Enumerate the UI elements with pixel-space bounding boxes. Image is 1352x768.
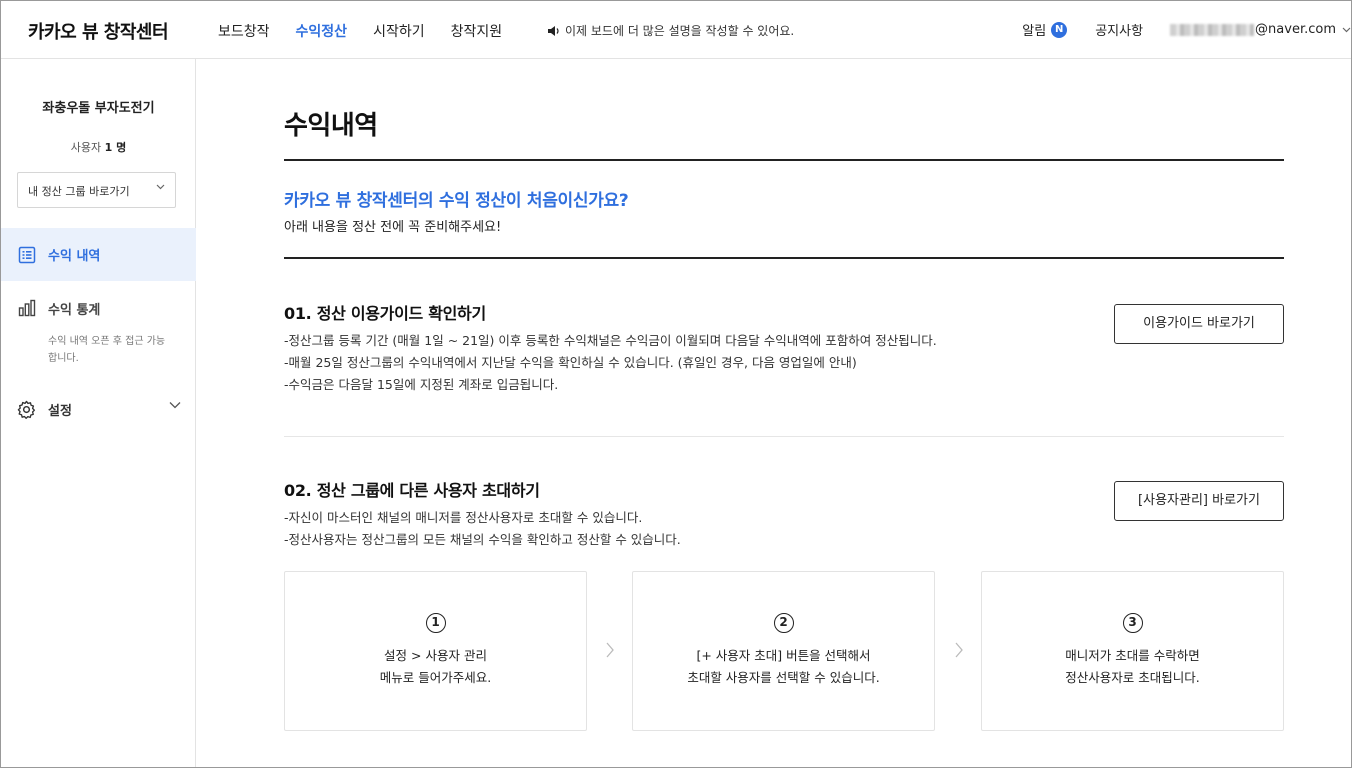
user-count-value: 1 명 — [104, 141, 127, 154]
invite-line: -자신이 마스터인 채널의 매니저를 정산사용자로 초대할 수 있습니다. — [284, 510, 643, 525]
group-select-label: 내 정산 그룹 바로가기 — [28, 185, 130, 198]
section-guide-title: 01. 정산 이용가이드 확인하기 — [284, 304, 486, 323]
invite-line: -정산사용자는 정산그룹의 모든 채널의 수익을 확인하고 정산할 수 있습니다… — [284, 532, 681, 547]
invite-steps: 1 설정 > 사용자 관리 메뉴로 들어가주세요. 2 [+ 사용자 초대] 버… — [284, 571, 1284, 731]
list-icon — [18, 246, 36, 263]
page-title: 수익내역 — [284, 111, 378, 141]
divider — [284, 257, 1284, 259]
blurred-email-prefix — [1170, 23, 1255, 36]
guide-line: -수익금은 다음달 15일에 지정된 계좌로 입금됩니다. — [284, 377, 559, 392]
group-select-dropdown[interactable]: 내 정산 그룹 바로가기 — [17, 172, 176, 208]
stats-note: 수익 내역 오픈 후 접근 가능합니다. — [48, 336, 166, 364]
user-count: 사용자 1 명 — [1, 139, 196, 155]
top-header: 카카오 뷰 창작센터 보드창작 수익정산 시작하기 창작지원 이제 보드에 더 … — [1, 1, 1351, 59]
account-menu[interactable]: @naver.com — [1170, 22, 1351, 37]
nav-getting-started[interactable]: 시작하기 — [373, 21, 425, 41]
group-name: 좌충우돌 부자도전기 — [42, 101, 155, 116]
step-line: 초대할 사용자를 선택할 수 있습니다. — [687, 670, 880, 685]
main-nav: 보드창작 수익정산 시작하기 창작지원 — [218, 21, 528, 41]
sidebar-item-label: 설정 — [48, 403, 72, 419]
chevron-right-icon — [606, 642, 614, 658]
step-text: 설정 > 사용자 관리 메뉴로 들어가주세요. — [285, 645, 586, 689]
step-line: 설정 > 사용자 관리 — [384, 648, 487, 663]
user-management-link-button[interactable]: [사용자관리] 바로가기 — [1114, 481, 1284, 521]
sidebar: 좌충우돌 부자도전기 사용자 1 명 내 정산 그룹 바로가기 수익 내역 수익… — [1, 59, 196, 767]
notice-text: 이제 보드에 더 많은 설명을 작성할 수 있어요. — [565, 24, 795, 38]
nav-creator-support[interactable]: 창작지원 — [451, 21, 503, 41]
step-line: 정산사용자로 초대됩니다. — [1065, 670, 1200, 685]
divider — [284, 159, 1284, 161]
logo[interactable]: 카카오 뷰 창작센터 — [28, 18, 169, 44]
app-window: 카카오 뷰 창작센터 보드창작 수익정산 시작하기 창작지원 이제 보드에 더 … — [0, 0, 1352, 768]
gear-icon — [17, 400, 36, 419]
chevron-down-icon — [169, 402, 181, 409]
step-number: 1 — [425, 613, 446, 633]
sidebar-item-stats: 수익 통계 — [1, 297, 196, 319]
first-time-heading: 카카오 뷰 창작센터의 수익 정산이 처음이신가요? — [284, 191, 629, 211]
notice-link[interactable]: 공지사항 — [1095, 20, 1143, 39]
section-guide-body: -정산그룹 등록 기간 (매월 1일 ~ 21일) 이후 등록한 수익채널은 수… — [284, 330, 937, 396]
guide-line: -정산그룹 등록 기간 (매월 1일 ~ 21일) 이후 등록한 수익채널은 수… — [284, 333, 937, 348]
step-card-2: 2 [+ 사용자 초대] 버튼을 선택해서 초대할 사용자를 선택할 수 있습니… — [632, 571, 935, 731]
speaker-icon — [548, 25, 559, 36]
first-time-subtext: 아래 내용을 정산 전에 꼭 준비해주세요! — [284, 220, 502, 235]
section-invite-title: 02. 정산 그룹에 다른 사용자 초대하기 — [284, 481, 540, 500]
user-count-prefix: 사용자 — [70, 141, 102, 154]
step-line: 매니저가 초대를 수락하면 — [1065, 648, 1200, 663]
sidebar-item-label: 수익 내역 — [48, 249, 101, 264]
alarm-button[interactable]: 알림 N — [1022, 20, 1068, 39]
step-line: 메뉴로 들어가주세요. — [379, 670, 492, 685]
sidebar-item-settings[interactable]: 설정 — [1, 398, 196, 420]
chevron-down-icon — [156, 184, 165, 190]
step-text: 매니저가 초대를 수락하면 정산사용자로 초대됩니다. — [982, 645, 1283, 689]
guide-link-button[interactable]: 이용가이드 바로가기 — [1114, 304, 1284, 344]
guide-line: -매월 25일 정산그룹의 수익내역에서 지난달 수익을 확인하실 수 있습니다… — [284, 355, 857, 370]
divider — [284, 436, 1284, 437]
nav-revenue[interactable]: 수익정산 — [296, 21, 348, 41]
nav-board-create[interactable]: 보드창작 — [218, 21, 270, 41]
header-right: 알림 N 공지사항 @naver.com — [1022, 20, 1351, 39]
sidebar-item-label: 수익 통계 — [48, 302, 101, 318]
step-number: 2 — [773, 613, 794, 633]
notice-banner[interactable]: 이제 보드에 더 많은 설명을 작성할 수 있어요. — [547, 22, 794, 39]
step-text: [+ 사용자 초대] 버튼을 선택해서 초대할 사용자를 선택할 수 있습니다. — [633, 645, 934, 689]
main-content: 수익내역 카카오 뷰 창작센터의 수익 정산이 처음이신가요? 아래 내용을 정… — [284, 59, 1284, 767]
sidebar-item-revenue[interactable]: 수익 내역 — [1, 228, 196, 281]
step-number: 3 — [1122, 613, 1143, 633]
step-line: [+ 사용자 초대] 버튼을 선택해서 — [696, 648, 871, 663]
chevron-right-icon — [955, 642, 963, 658]
email-suffix: @naver.com — [1255, 22, 1336, 37]
section-invite-body: -자신이 마스터인 채널의 매니저를 정산사용자로 초대할 수 있습니다. -정… — [284, 507, 681, 551]
chevron-down-icon — [1342, 27, 1351, 32]
step-card-1: 1 설정 > 사용자 관리 메뉴로 들어가주세요. — [284, 571, 587, 731]
alarm-label: 알림 — [1022, 24, 1047, 39]
new-badge: N — [1051, 21, 1068, 38]
step-card-3: 3 매니저가 초대를 수락하면 정산사용자로 초대됩니다. — [981, 571, 1284, 731]
bar-chart-icon — [18, 299, 36, 317]
